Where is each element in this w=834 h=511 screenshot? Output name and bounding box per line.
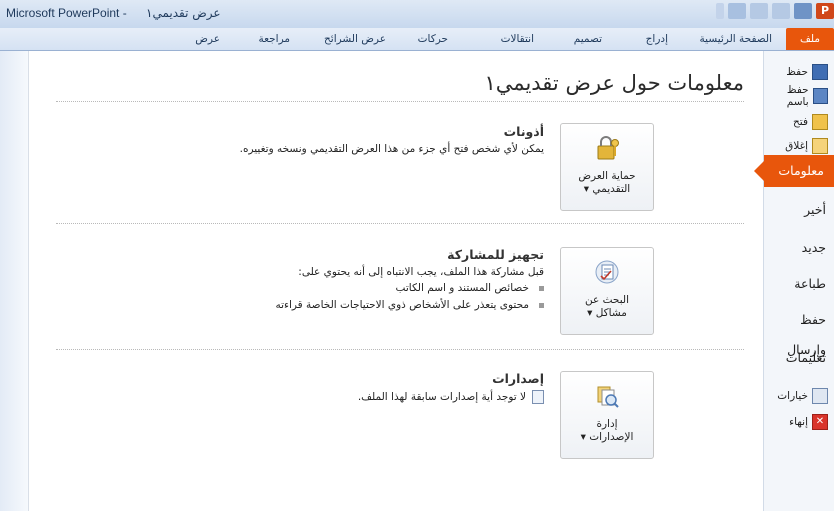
touch-mode-icon[interactable]: [728, 3, 746, 19]
tab-transitions[interactable]: انتقالات: [501, 28, 534, 50]
list-item: محتوى يتعذر على الأشخاص ذوي الاحتياجات ا…: [275, 299, 544, 311]
divider: [56, 223, 744, 224]
open-folder-icon: [812, 114, 828, 130]
close-folder-icon: [812, 138, 828, 154]
versions-text: لا توجد أية إصدارات سابقة لهذا الملف.: [357, 391, 526, 403]
document-icon: [532, 390, 544, 404]
nav-help[interactable]: تعليمات: [764, 343, 834, 373]
check-for-issues-button[interactable]: البحث عن مشاكل ▾: [560, 247, 654, 335]
customize-toolbar-icon[interactable]: [716, 3, 724, 19]
save-as-icon: [812, 88, 828, 104]
save-icon[interactable]: [794, 3, 812, 19]
prepare-text: قبل مشاركة هذا الملف، يجب الانتباه إلى أ…: [298, 266, 544, 278]
redo-icon[interactable]: [772, 3, 790, 19]
nav-options[interactable]: خيارات: [777, 387, 828, 405]
manage-versions-label-2: الإصدارات ▾: [580, 431, 634, 443]
document-check-icon: [595, 260, 619, 284]
divider: [56, 101, 744, 102]
prepare-heading: تجهيز للمشاركة: [447, 247, 544, 262]
bullet-icon: [539, 302, 544, 308]
nav-save-as[interactable]: حفظ باسم: [764, 84, 828, 108]
manage-versions-label-1: إدارة: [596, 418, 618, 430]
permissions-heading: أذونات: [503, 124, 544, 139]
nav-close[interactable]: إغلاق: [785, 137, 828, 155]
nav-print[interactable]: طباعة: [764, 269, 834, 299]
document-title: عرض تقديمي١: [146, 6, 221, 20]
app-title: Microsoft PowerPoint -: [6, 6, 127, 20]
tab-animations[interactable]: حركات: [418, 28, 448, 50]
protect-presentation-button[interactable]: حماية العرض التقديمي ▾: [560, 123, 654, 211]
bullet-icon: [539, 285, 544, 291]
page-title: معلومات حول عرض تقديمي١: [484, 71, 744, 95]
nav-info[interactable]: معلومات: [754, 155, 834, 187]
nav-new[interactable]: جديد: [764, 233, 834, 263]
versions-heading: إصدارات: [492, 371, 544, 386]
divider: [28, 51, 29, 511]
options-icon: [812, 388, 828, 404]
info-content: معلومات حول عرض تقديمي١ حماية العرض التق…: [28, 51, 764, 511]
title-bar: Microsoft PowerPoint - عرض تقديمي١ P: [0, 0, 834, 28]
permissions-text: يمكن لأي شخص فتح أي جزء من هذا العرض الت…: [239, 143, 544, 155]
versions-text-row: لا توجد أية إصدارات سابقة لهذا الملف.: [358, 390, 544, 404]
tab-file[interactable]: ملف: [786, 28, 834, 50]
nav-save-send[interactable]: حفظ وإرسال: [764, 305, 834, 357]
list-item: خصائص المستند و اسم الكاتب: [396, 282, 544, 294]
ribbon-tabs: ملف الصفحة الرئيسية إدراج تصميم انتقالات…: [0, 28, 834, 51]
tab-slide-show[interactable]: عرض الشرائح: [324, 28, 386, 50]
protect-presentation-label-2: التقديمي ▾: [583, 183, 631, 195]
powerpoint-logo-icon: P: [816, 3, 834, 19]
tab-insert[interactable]: إدراج: [646, 28, 668, 50]
divider: [56, 349, 744, 350]
save-icon: [812, 64, 828, 80]
nav-exit[interactable]: ✕ إنهاء: [789, 413, 828, 431]
nav-open[interactable]: فتح: [793, 113, 828, 131]
tab-review[interactable]: مراجعة: [258, 28, 290, 50]
check-for-issues-label-1: البحث عن: [585, 294, 629, 306]
tab-home[interactable]: الصفحة الرئيسية: [700, 28, 772, 50]
exit-icon: ✕: [812, 414, 828, 430]
nav-save[interactable]: حفظ: [786, 63, 828, 81]
undo-icon[interactable]: [750, 3, 768, 19]
versions-search-icon: [597, 386, 619, 408]
left-gutter: [0, 51, 28, 511]
protect-presentation-label-1: حماية العرض: [578, 170, 636, 182]
tab-view[interactable]: عرض: [195, 28, 220, 50]
backstage-nav: حفظ حفظ باسم فتح إغلاق معلومات أخير جديد…: [754, 51, 834, 511]
lock-key-icon: [597, 136, 619, 160]
quick-access-toolbar: P: [712, 0, 834, 22]
nav-recent[interactable]: أخير: [764, 195, 834, 225]
manage-versions-button[interactable]: إدارة الإصدارات ▾: [560, 371, 654, 459]
check-for-issues-label-2: مشاكل ▾: [587, 307, 627, 319]
tab-design[interactable]: تصميم: [574, 28, 602, 50]
